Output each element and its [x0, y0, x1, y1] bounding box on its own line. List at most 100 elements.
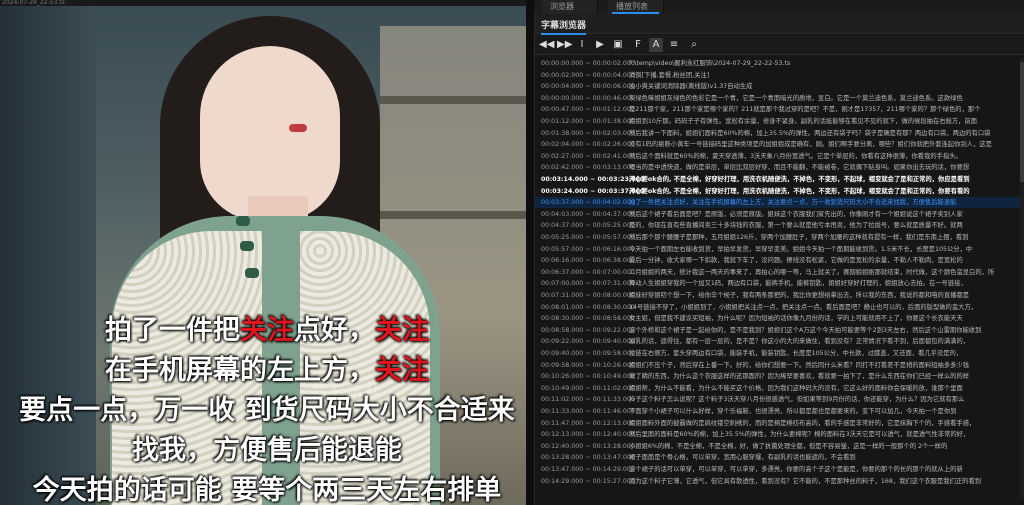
subtitle-row[interactable]: 00:14:29.000 ~ 00:15:27.000 因为这个料子它薄，它透气，… [535, 476, 1024, 487]
tab-browser[interactable]: 浏览器 [542, 0, 598, 14]
subtitle-row[interactable]: 00:09:40.000 ~ 00:09:58.000 拉链在右侧方，套头穿两边有… [535, 348, 1024, 359]
subtitle-text: 然后我讲一下面料，姐姐们面料是60%的棉，加上35.5%的弹性。两边还有袋子吗？… [629, 129, 991, 137]
vertical-scrollbar[interactable] [1020, 58, 1024, 498]
subtitle-row[interactable]: 00:03:14.000 ~ 00:03:23.000 开心要ok合的, 不是全棉… [535, 174, 1024, 185]
subtitle-row[interactable]: 00:00:00.000 ~ 00:00:46.000 灰绿色嘛姐姐灰绿色的色彩它… [535, 93, 1024, 104]
subtitle-time: 00:00:00.000 ~ 00:00:02.000 [541, 60, 635, 67]
panel-title[interactable]: 字幕浏览器 [541, 18, 587, 35]
subtitle-time: 00:05:25.000 ~ 00:05:57.000 [541, 234, 635, 241]
shelf-board [380, 211, 534, 219]
subtitle-time: 00:13:47.000 ~ 00:14:29.000 [541, 466, 635, 473]
subtitle-time: 00:12:13.000 ~ 00:12:40.000 [541, 431, 635, 439]
rewind-icon[interactable]: ◀◀ [539, 38, 554, 52]
subtitle-time: 00:08:30.000 ~ 00:08:58.000 [541, 315, 635, 323]
subtitle-list[interactable]: 00:00:00.000 ~ 00:00:02.000 F:\temp\video… [535, 58, 1024, 503]
subtitle-time: 00:02:42.000 ~ 00:03:13.000 [541, 164, 635, 172]
subtitle-text: 拉链在右侧方，套头穿两边有口袋，能装手机，能装钥匙，长度是105公分，中长款，过… [629, 350, 963, 357]
video-icon[interactable]: ▶ [593, 38, 607, 52]
person-face [200, 46, 340, 221]
subtitle-time: 00:09:22.000 ~ 00:09:40.000 [541, 338, 635, 346]
subtitle-time: 00:03:24.000 ~ 00:03:37.000 [541, 187, 645, 195]
subtitle-time: 00:05:57.000 ~ 00:06:16.000 [541, 245, 635, 253]
subtitle-time: 00:09:40.000 ~ 00:09:58.000 [541, 350, 635, 357]
text-cursor-icon[interactable]: I [575, 38, 589, 52]
splitter[interactable] [526, 0, 534, 505]
subtitle-row[interactable]: 00:01:38.000 ~ 00:02:03.000 然后我讲一下面料，姐姐们面… [535, 128, 1024, 139]
subtitle-row[interactable]: 00:05:25.000 ~ 00:05:57.000 然后那个那个腰腰子是那种，… [535, 232, 1024, 243]
subtitle-row[interactable]: 00:04:03.000 ~ 00:04:37.000 然后这个裙子看后面是吧？是… [535, 209, 1024, 220]
subtitle-text: 拍了一件把关注点好，关注在手机屏幕的左上方，关注要点一点，万一收到货尺码大小不合… [629, 199, 957, 207]
subtitle-row[interactable]: 00:11:02.000 ~ 00:11:33.000 抖子这个料子怎么说呢？这个… [535, 394, 1024, 405]
subtitle-row[interactable]: 00:04:37.000 ~ 00:05:25.000 是的，你现在直有些直播间卖… [535, 220, 1024, 231]
search-icon[interactable]: ⌕ [687, 38, 701, 52]
subtitle-row[interactable]: 00:07:00.000 ~ 00:07:31.000 舞动人生姐姐穿我的一个加又… [535, 278, 1024, 289]
forward-icon[interactable]: ▶▶ [557, 38, 572, 52]
subtitle-text: 姐姐帮，为什么不能看，为什么不能买这个价格，因为我们这种码大的没有，它这么好的面… [629, 384, 963, 392]
subtitle-row[interactable]: 00:07:31.000 ~ 00:08:00.000 姐妹好穿姐叨个想一下，给你… [535, 290, 1024, 301]
subtitle-line: 今天拍的话可能 要等个两三天左右排单 [32, 475, 502, 505]
subtitle-row[interactable]: 00:06:37.000 ~ 00:07:00.000 二月姐姐的两天，统计我这一… [535, 267, 1024, 278]
subtitle-row[interactable]: 00:06:16.000 ~ 00:06:38.000 最后一分钟，收大家哪一下扣… [535, 255, 1024, 266]
subtitle-row[interactable]: 00:13:47.000 ~ 00:14:29.000 这个裙子的话可以单穿，可以… [535, 464, 1024, 475]
subtitle-row[interactable]: 00:10:26.000 ~ 00:10:49.000 做了精的东西，为什么这个衣… [535, 371, 1024, 382]
video-player[interactable]: 2024-07-29_22-53.ts 靓利永红 拍了一件把关注点好，关注 在手… [0, 0, 534, 505]
subtitle-row[interactable]: 00:03:24.000 ~ 00:03:37.000 开心要ok合的, 不是全棉… [535, 186, 1024, 197]
subtitle-row[interactable]: 00:08:58.000 ~ 00:09:22.000 这个外桥和这个裙子是一起给… [535, 325, 1024, 336]
subtitle-row[interactable]: 00:11:33.000 ~ 00:11:46.000 下面穿个小裙子可以什么好样… [535, 406, 1024, 417]
subtitle-row[interactable]: 00:00:04.000 ~ 00:00:06.000 由小爽关键词消除器(离线版… [535, 81, 1024, 92]
menu-icon[interactable]: ≡ [667, 38, 681, 52]
subtitle-row[interactable]: 00:00:47.000 ~ 00:01:12.000 是211那个家，211那个… [535, 104, 1024, 115]
person-lips [289, 124, 307, 132]
subtitle-time: 00:08:01.000 ~ 00:08:30.000 [541, 303, 635, 311]
subtitle-time: 00:09:58.000 ~ 00:10:26.000 [541, 361, 635, 369]
scrollbar-thumb[interactable] [1020, 62, 1024, 182]
subtitle-row[interactable]: 00:09:22.000 ~ 00:09:40.000 副乳的话，遮得住，都有一层… [535, 336, 1024, 347]
subtitle-time: 00:07:31.000 ~ 00:08:00.000 [541, 292, 635, 299]
subtitle-line: 在手机屏幕的左上方，关注 [105, 355, 429, 386]
subtitle-row[interactable]: 00:08:01.000 ~ 00:08:30.000 14号链接不穿了，小姐姐到… [535, 302, 1024, 313]
subtitle-text: 嗯当的是中透快道，做的是单层，单层比双层好穿，而且不能翻，不能被卷，它就偶下贴身… [629, 164, 970, 172]
subtitle-row[interactable]: 00:12:13.000 ~ 00:12:40.000 然后里面的面料是60%的棉… [535, 429, 1024, 440]
subtitle-text: 裙子面面是个骨心格，可以单穿，宽用心服穿爆，有副乳的话也能遮的，不会看到 [629, 454, 856, 462]
subtitle-row[interactable]: 00:08:30.000 ~ 00:08:58.000 女主姐，但是我不建议买短袖… [535, 313, 1024, 324]
subtitle-text: 姐姐到10斤那。码码子子有弹性。宽松有余量，修身不紧身。副乳的话挺能够在看见不见… [629, 118, 978, 125]
subtitle-text: 消倒[下播,套餐,粉丝团,关注] [629, 71, 710, 79]
subtitle-time: 00:01:12.000 ~ 00:01:38.000 [541, 118, 635, 125]
subtitle-line: 要点一点，万一收 到货尺码大小不合适来 [19, 395, 515, 426]
font-icon[interactable]: F [631, 38, 645, 52]
subtitle-text: 女主姐，但是我不建议买短袖，为什么呢？因为短袖的话你像九月份的话，学的上可能就用… [629, 315, 963, 323]
subtitle-text: 然后里面的面料是60%的棉，加上35.5%的弹性，为什么要棉呢？棉的面料在3沃天… [629, 431, 970, 439]
subtitle-row[interactable]: 00:12:40.000 ~ 00:13:28.000 小姐姐6%的棉，不是全棉，… [535, 441, 1024, 452]
subtitle-text: 今天拍一个面期左右能收到货，早拍早发货，早穿早变美。姐姐今天拍一个面期能收到货。… [629, 245, 973, 253]
subtitle-row[interactable]: 00:03:37.000 ~ 00:04:02.000 拍了一件把关注点好，关注在… [535, 197, 1024, 209]
tab-playlist[interactable]: 播放列表 [608, 0, 664, 14]
subtitle-row[interactable]: 00:00:02.000 ~ 00:00:04.000 消倒[下播,套餐,粉丝团,… [535, 70, 1024, 81]
subtitle-time: 00:10:26.000 ~ 00:10:49.000 [541, 373, 635, 381]
subtitle-time: 00:02:04.000 ~ 00:02:26.000 [541, 141, 635, 149]
subtitle-row[interactable]: 00:09:58.000 ~ 00:10:26.000 姐姐们不压个子，然后穿在上… [535, 360, 1024, 371]
subtitle-text: 最后一分钟，收大家哪一下扣款，我就下车了，没问题。擦线没有松紧，它做的是宽松的余… [629, 257, 963, 265]
subtitle-row[interactable]: 00:10:49.000 ~ 00:11:02.000 姐姐帮，为什么不能看，为什… [535, 383, 1024, 394]
subtitle-row[interactable]: 00:05:57.000 ~ 00:06:16.000 今天拍一个面期左右能收到货… [535, 244, 1024, 255]
subtitle-row[interactable]: 00:02:42.000 ~ 00:03:13.000 嗯当的是中透快道，做的是单… [535, 162, 1024, 173]
subtitle-time: 00:06:16.000 ~ 00:06:38.000 [541, 257, 635, 265]
subtitle-text: 然后那个那个腰腰子是那种，五月姐姐126斤，穿两个加腰肚子，穿两个加腰的这种就有… [629, 234, 969, 241]
subtitle-row[interactable]: 00:01:12.000 ~ 00:01:38.000 姐姐到10斤那。码码子子有… [535, 116, 1024, 127]
subtitle-text: 由小爽关键词消除器(离线版)v1.37自动生成 [629, 83, 753, 91]
subtitle-row[interactable]: 00:11:47.000 ~ 00:12:13.000 姐姐面料外面的披霸做的是肩… [535, 418, 1024, 429]
image-icon[interactable]: ▣ [611, 38, 625, 52]
subtitle-time: 00:04:37.000 ~ 00:05:25.000 [541, 222, 635, 230]
subtitle-text: 小姐姐6%的棉，不是全棉，不是全棉，好，做了抗菌处理全都，但是不容易皱，这是一样… [629, 442, 948, 450]
subtitle-row[interactable]: 00:13:28.000 ~ 00:13:47.000 裙子面面是个骨心格，可以单… [535, 452, 1024, 463]
subtitle-time: 00:00:02.000 ~ 00:00:04.000 [541, 71, 635, 79]
subtitle-text: 因为这个料子它薄，它透气，但它具有散透性，看到没有？它不能的，不是那种丝的料子，… [629, 477, 982, 485]
panel-toolbar: ◀◀ ▶▶ I ▶ ▣ F A ≡ ⌕ [535, 35, 1024, 55]
subtitle-row[interactable]: 00:02:27.000 ~ 00:02:41.000 然后这个面料就是60%的棉… [535, 151, 1024, 162]
subtitle-row[interactable]: 00:02:04.000 ~ 00:02:26.000 没有1码的剔断小黄车一号链… [535, 139, 1024, 150]
shelf-board [380, 96, 534, 104]
font-size-icon[interactable]: A [649, 38, 663, 52]
subtitle-text: F:\temp\video\靓利永红服饰\2024-07-29_22-22-53… [629, 60, 791, 67]
subtitle-row[interactable]: 00:00:00.000 ~ 00:00:02.000 F:\temp\video… [535, 58, 1024, 69]
subtitle-text: 二月姐姐的两天，统计我这一两天的事来了，再拍心的哪一等，马上就关了。赛期姐姐刚那… [629, 268, 995, 276]
subtitle-time: 00:11:02.000 ~ 00:11:33.000 [541, 396, 635, 404]
